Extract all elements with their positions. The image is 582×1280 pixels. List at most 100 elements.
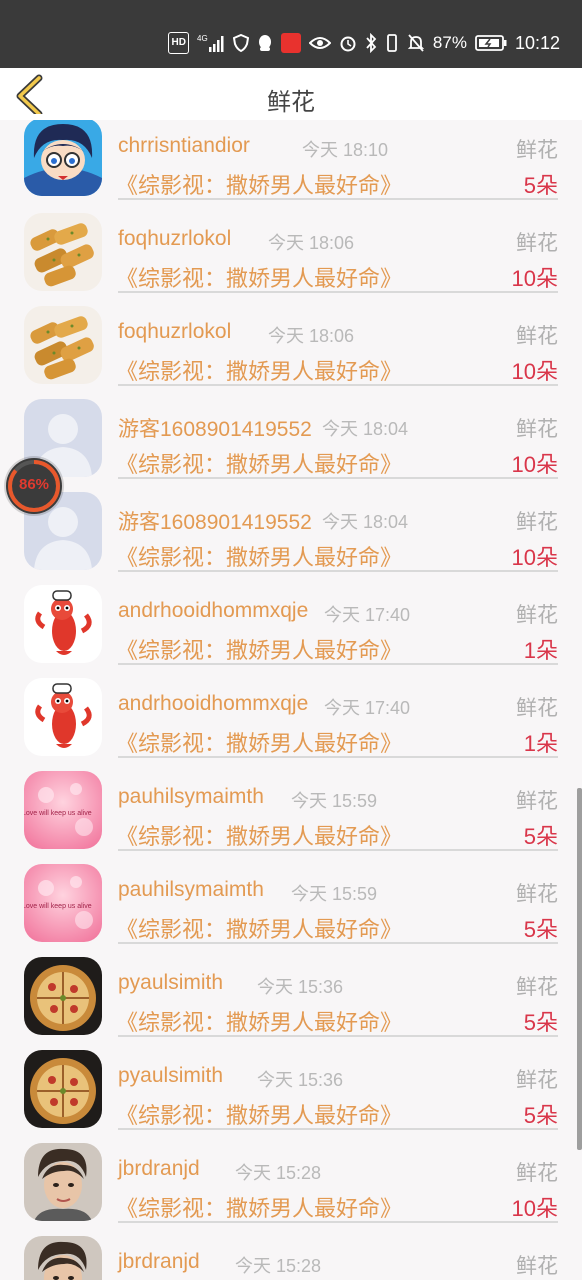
- gift-type-label: 鲜花: [516, 1254, 558, 1278]
- avatar[interactable]: [24, 957, 102, 1035]
- eye-icon: [308, 33, 331, 53]
- pizza-avatar-icon: [24, 957, 102, 1035]
- gift-type-label: 鲜花: [516, 138, 558, 162]
- status-icons: HD 4G 87% 10:12: [168, 30, 560, 56]
- gift-type-label: 鲜花: [516, 603, 558, 627]
- row-divider: [118, 756, 558, 758]
- username: 游客1608901419552: [118, 511, 312, 534]
- gift-record-row[interactable]: andrhooidhommxqje 今天 17:40 鲜花 《综影视：撒娇男人最好命》…: [0, 678, 582, 771]
- scrollbar[interactable]: [577, 788, 582, 1150]
- work-title-link[interactable]: 《综影视：撒娇男人最好命》: [116, 261, 402, 293]
- hd-icon: HD: [168, 32, 189, 54]
- gift-type-label: 鲜花: [516, 1161, 558, 1185]
- work-title-link[interactable]: 《综影视：撒娇男人最好命》: [116, 912, 402, 944]
- gift-type-label: 鲜花: [516, 882, 558, 906]
- avatar[interactable]: [24, 1143, 102, 1221]
- crayfish-avatar-icon: [24, 585, 102, 663]
- avatar[interactable]: Love will keep us alive: [24, 864, 102, 942]
- gift-record-row[interactable]: 游客1608901419552 今天 18:04 鲜花 《综影视：撒娇男人最好命》 10…: [0, 399, 582, 492]
- username: andrhooidhommxqje: [118, 599, 309, 622]
- username: jbrdranjd: [118, 1250, 200, 1273]
- work-title-link[interactable]: 《综影视：撒娇男人最好命》: [116, 354, 402, 386]
- avatar[interactable]: [24, 1236, 102, 1280]
- row-divider: [118, 198, 558, 200]
- gift-quantity: 5朵: [523, 917, 558, 942]
- food-avatar-icon: [24, 306, 102, 384]
- avatar[interactable]: [24, 213, 102, 291]
- work-title-link[interactable]: 《综影视：撒娇男人最好命》: [116, 1098, 402, 1130]
- timestamp: 今天 18:06: [268, 233, 355, 253]
- gift-quantity: 5朵: [523, 173, 558, 198]
- gift-type-label: 鲜花: [516, 696, 558, 720]
- clock: 10:12: [514, 32, 560, 53]
- food-avatar-icon: [24, 213, 102, 291]
- shield-icon: [232, 33, 249, 53]
- avatar[interactable]: [24, 1050, 102, 1128]
- timestamp: 今天 17:40: [324, 605, 411, 625]
- top-bar: 鲜花: [0, 68, 582, 120]
- username: jbrdranjd: [118, 1157, 200, 1180]
- row-divider: [118, 384, 558, 386]
- gift-record-row[interactable]: foqhuzrlokol 今天 18:06 鲜花 《综影视：撒娇男人最好命》 10朵: [0, 306, 582, 399]
- status-bar: HD 4G 87% 10:12: [0, 0, 582, 68]
- username: chrrisntiandior: [118, 134, 250, 157]
- timestamp: 今天 18:04: [322, 419, 409, 439]
- gift-quantity: 5朵: [523, 1010, 558, 1035]
- person-photo-avatar-icon: [24, 1143, 102, 1221]
- gift-record-row[interactable]: jbrdranjd 今天 15:28 鲜花 《综影视：撒娇男人最好命》 10朵: [0, 1143, 582, 1236]
- gift-record-row[interactable]: 游客1608901419552 今天 18:04 鲜花 《综影视：撒娇男人最好命》 10…: [0, 492, 582, 585]
- timestamp: 今天 15:36: [257, 977, 344, 997]
- avatar[interactable]: [24, 678, 102, 756]
- gift-record-row[interactable]: chrrisntiandior 今天 18:10 鲜花 《综影视：撒娇男人最好命》 5朵: [0, 120, 582, 213]
- battery-percent: 87%: [432, 33, 467, 52]
- gift-type-label: 鲜花: [516, 324, 558, 348]
- gift-record-row[interactable]: Love will keep us alive pauhilsymaimth 今天…: [0, 771, 582, 864]
- username: pyaulsimith: [118, 1064, 224, 1087]
- gift-type-label: 鲜花: [516, 1068, 558, 1092]
- timestamp: 今天 18:06: [268, 326, 355, 346]
- username: foqhuzrlokol: [118, 227, 232, 250]
- row-divider: [118, 1221, 558, 1223]
- battery-icon: [475, 33, 507, 53]
- gift-record-row[interactable]: foqhuzrlokol 今天 18:06 鲜花 《综影视：撒娇男人最好命》 10朵: [0, 213, 582, 306]
- row-divider: [118, 1035, 558, 1037]
- mute-icon: [407, 33, 425, 53]
- work-title-link[interactable]: 《综影视：撒娇男人最好命》: [116, 726, 402, 758]
- work-title-link[interactable]: 《综影视：撒娇男人最好命》: [116, 1005, 402, 1037]
- floating-progress-button[interactable]: 86%: [6, 458, 62, 514]
- avatar[interactable]: [24, 585, 102, 663]
- work-title-link[interactable]: 《综影视：撒娇男人最好命》: [116, 1191, 402, 1223]
- row-divider: [118, 291, 558, 293]
- bluetooth-icon: [365, 33, 377, 53]
- progress-label: 86%: [18, 476, 50, 493]
- timestamp: 今天 15:59: [291, 791, 378, 811]
- gift-record-row[interactable]: andrhooidhommxqje 今天 17:40 鲜花《综影视：撒娇男人最好命》…: [0, 585, 582, 678]
- qq-icon: [257, 33, 273, 53]
- work-title-link[interactable]: 《综影视：撒娇男人最好命》: [116, 447, 402, 479]
- avatar-caption: Love will keep us alive: [24, 903, 92, 910]
- avatar[interactable]: [24, 306, 102, 384]
- gift-record-row[interactable]: jbrdranjd 今天 15:28 鲜花: [0, 1236, 582, 1280]
- gift-record-row[interactable]: Love will keep us alive pauhilsymaimth 今天…: [0, 864, 582, 957]
- pink-hearts-avatar-icon: Love will keep us alive: [24, 771, 102, 849]
- username: pauhilsymaimth: [118, 785, 264, 808]
- work-title-link[interactable]: 《综影视：撒娇男人最好命》: [116, 168, 402, 200]
- gift-record-row[interactable]: pyaulsimith 今天 15:36 鲜花 《综影视：撒娇男人最好命》 5朵: [0, 1050, 582, 1143]
- work-title-link[interactable]: 《综影视：撒娇男人最好命》: [116, 819, 402, 851]
- gift-quantity: 10朵: [511, 266, 558, 291]
- gift-quantity: 10朵: [511, 545, 558, 570]
- gift-quantity: 10朵: [511, 452, 558, 477]
- work-title-link[interactable]: 《综影视：撒娇男人最好命》: [116, 633, 402, 665]
- work-title-link[interactable]: 《综影视：撒娇男人最好命》: [116, 540, 402, 572]
- page-title: 鲜花: [267, 88, 315, 116]
- gift-record-list[interactable]: chrrisntiandior 今天 18:10 鲜花 《综影视：撒娇男人最好命》 5朵…: [0, 120, 582, 1280]
- username: foqhuzrlokol: [118, 320, 232, 343]
- avatar[interactable]: Love will keep us alive: [24, 771, 102, 849]
- timestamp: 今天 15:28: [235, 1256, 322, 1276]
- gift-record-row[interactable]: pyaulsimith 今天 15:36 鲜花 《综影视：撒娇男人最好命》 5朵: [0, 957, 582, 1050]
- avatar-caption: Love will keep us alive: [24, 810, 92, 817]
- avatar[interactable]: [24, 120, 102, 196]
- person-photo-avatar-icon: [24, 1236, 102, 1280]
- gift-quantity: 5朵: [523, 824, 558, 849]
- username: 游客1608901419552: [118, 418, 312, 441]
